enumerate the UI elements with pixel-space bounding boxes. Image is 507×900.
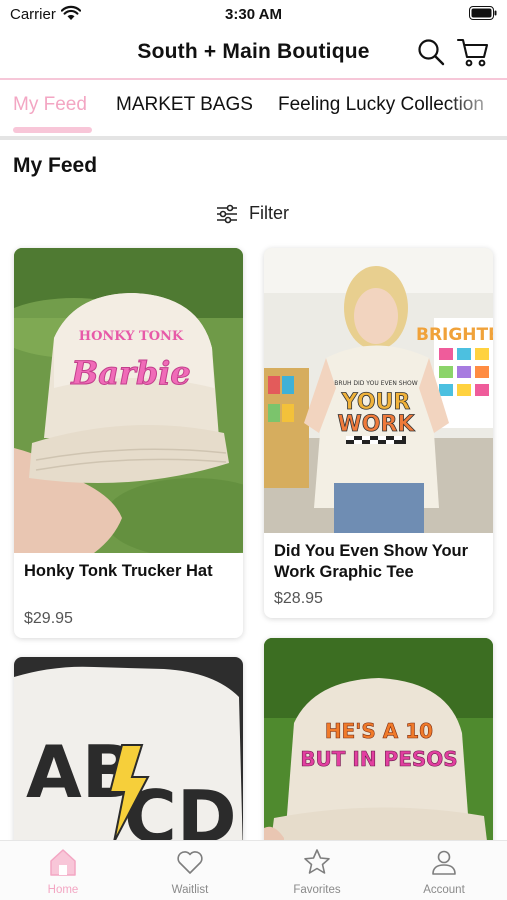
search-icon	[418, 39, 445, 66]
tabbar-home[interactable]: Home	[0, 841, 126, 900]
hat-print-line-2: Barbie	[70, 354, 191, 392]
tee-print-line-1: BRUH DID YOU EVEN SHOW	[334, 380, 417, 387]
person-icon	[432, 850, 456, 875]
hat-print-line-1: HE'S A 10	[325, 719, 433, 743]
product-image: AB CD	[14, 657, 243, 857]
product-card[interactable]: AB CD	[14, 657, 243, 857]
tabbar-label: Account	[423, 884, 465, 896]
tabbar-favorites[interactable]: Favorites	[254, 841, 380, 900]
heart-icon	[177, 851, 203, 874]
filter-label: Filter	[249, 203, 289, 223]
product-name: Honky Tonk Trucker Hat	[24, 562, 213, 580]
tabs-divider	[0, 136, 507, 140]
search-button[interactable]	[416, 37, 446, 67]
tabs-fade	[447, 80, 507, 136]
status-bar: Carrier 3:30 AM	[0, 0, 507, 28]
category-tabs: My Feed MARKET BAGS Feeling Lucky Collec…	[0, 80, 507, 136]
tabbar-label: Home	[47, 884, 79, 896]
bottom-tab-bar: Home Waitlist Favorites Account	[0, 840, 507, 900]
product-name: Did You Even Show Your Work Graphic Tee	[274, 542, 469, 581]
product-image: HONKY TONK Barbie	[14, 248, 243, 553]
wall-sign-text: BRIGHTES	[416, 325, 493, 345]
product-card[interactable]: HONKY TONK Barbie Honky Tonk Trucker Hat…	[14, 248, 243, 638]
filter-icon	[217, 204, 237, 224]
tabbar-waitlist[interactable]: Waitlist	[127, 841, 253, 900]
tabbar-account[interactable]: Account	[381, 841, 507, 900]
battery-icon	[469, 6, 497, 20]
tee-print-line-3: WORK	[338, 412, 416, 437]
product-price: $28.95	[274, 590, 323, 607]
product-image: HE'S A 10 BUT IN PESOS	[264, 638, 493, 858]
status-time: 3:30 AM	[225, 6, 282, 23]
product-card[interactable]: BRIGHTES BRUH DID YOU EVEN SHOW YOUR WOR…	[264, 248, 493, 618]
tabbar-label: Favorites	[293, 884, 341, 896]
product-price: $29.95	[24, 610, 73, 627]
tab-my-feed[interactable]: My Feed	[13, 94, 87, 116]
home-icon	[50, 849, 76, 876]
tabbar-label: Waitlist	[171, 884, 209, 896]
cart-icon	[456, 38, 489, 67]
tab-market-bags[interactable]: MARKET BAGS	[116, 94, 253, 116]
feed-title: My Feed	[13, 154, 98, 177]
filter-button[interactable]: Filter	[216, 201, 306, 227]
hat-print-line-1: HONKY TONK	[79, 329, 184, 344]
active-tab-indicator	[13, 127, 92, 133]
hat-print-line-2: BUT IN PESOS	[300, 747, 457, 771]
star-icon	[304, 849, 330, 874]
cart-button[interactable]	[456, 36, 490, 68]
product-card[interactable]: HE'S A 10 BUT IN PESOS	[264, 638, 493, 858]
product-image: BRIGHTES BRUH DID YOU EVEN SHOW YOUR WOR…	[264, 248, 493, 533]
app-header: South + Main Boutique	[0, 28, 507, 78]
